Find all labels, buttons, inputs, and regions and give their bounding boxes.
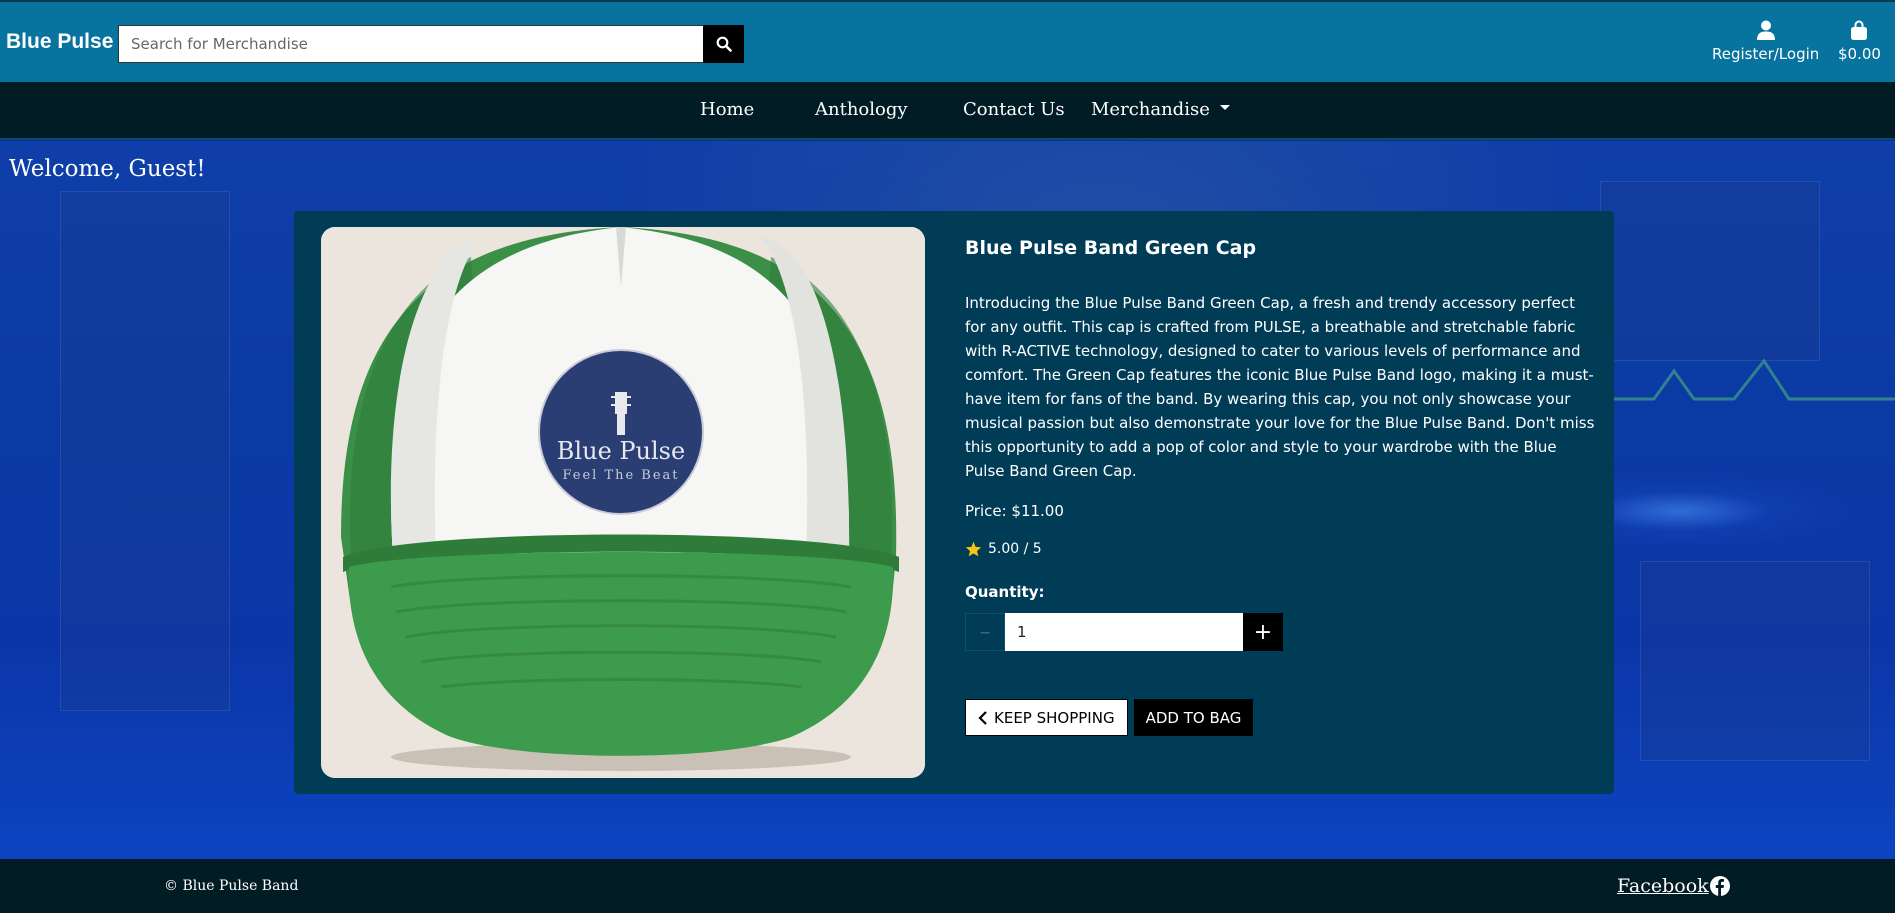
facebook-icon [1709,876,1730,896]
keep-shopping-label: KEEP SHOPPING [994,708,1115,727]
search-input[interactable] [118,25,703,63]
shopping-bag-icon [1851,20,1868,40]
main-nav: Home Anthology Contact Us Merchandise [0,82,1895,140]
add-to-bag-button[interactable]: ADD TO BAG [1133,699,1254,736]
product-card: Blue Pulse Feel The Beat Blue Pulse Band… [294,211,1614,794]
action-buttons: KEEP SHOPPING ADD TO BAG [965,699,1254,736]
caret-down-icon [1219,104,1230,110]
quantity-label: Quantity: [965,583,1045,601]
search-icon [716,36,732,52]
minus-icon: – [979,619,991,645]
welcome-message: Welcome, Guest! [9,156,206,182]
copyright-text: © Blue Pulse Band [164,878,299,894]
product-image: Blue Pulse Feel The Beat [321,227,925,778]
product-description: Introducing the Blue Pulse Band Green Ca… [965,294,1595,480]
decrement-button[interactable]: – [965,613,1005,651]
chevron-left-icon [978,710,987,725]
nav-home[interactable]: Home [700,99,754,120]
nav-merchandise-dropdown[interactable]: Merchandise [1091,99,1230,120]
product-title: Blue Pulse Band Green Cap [965,237,1257,259]
background-pulse-line [1614,358,1895,401]
facebook-link[interactable]: Facebook [1617,875,1730,897]
nav-merchandise-label: Merchandise [1091,99,1210,120]
quantity-input[interactable] [1005,613,1243,651]
logo-brand-text: Blue Pulse [557,437,685,465]
search-bar [118,25,744,63]
green-cap-illustration: Blue Pulse Feel The Beat [321,227,925,778]
keep-shopping-button[interactable]: KEEP SHOPPING [965,699,1128,736]
background-shape [1600,181,1820,361]
facebook-label: Facebook [1617,875,1709,897]
plus-icon: + [1253,619,1273,645]
background-shape [1640,561,1870,761]
increment-button[interactable]: + [1243,613,1283,651]
nav-anthology[interactable]: Anthology [815,99,908,120]
search-button[interactable] [703,25,744,63]
header: Blue Pulse Register/Login $0.00 [0,0,1895,82]
product-rating: 5.00 / 5 [965,541,1042,557]
brand-logo[interactable]: Blue Pulse [6,30,113,54]
background-shape [60,191,230,711]
nav-contact-us[interactable]: Contact Us [963,99,1065,120]
star-icon [965,541,982,557]
product-price: Price: $11.00 [965,502,1064,520]
register-login-label: Register/Login [1712,45,1820,63]
quantity-stepper: – + [965,613,1283,651]
bag-total: $0.00 [1838,45,1881,63]
user-icon [1756,20,1775,40]
rating-value: 5.00 / 5 [988,541,1042,557]
register-login-link[interactable]: Register/Login [1712,20,1819,63]
footer: © Blue Pulse Band Facebook [0,859,1895,913]
shopping-bag-link[interactable]: $0.00 [1838,20,1881,63]
logo-tagline-text: Feel The Beat [562,468,679,483]
